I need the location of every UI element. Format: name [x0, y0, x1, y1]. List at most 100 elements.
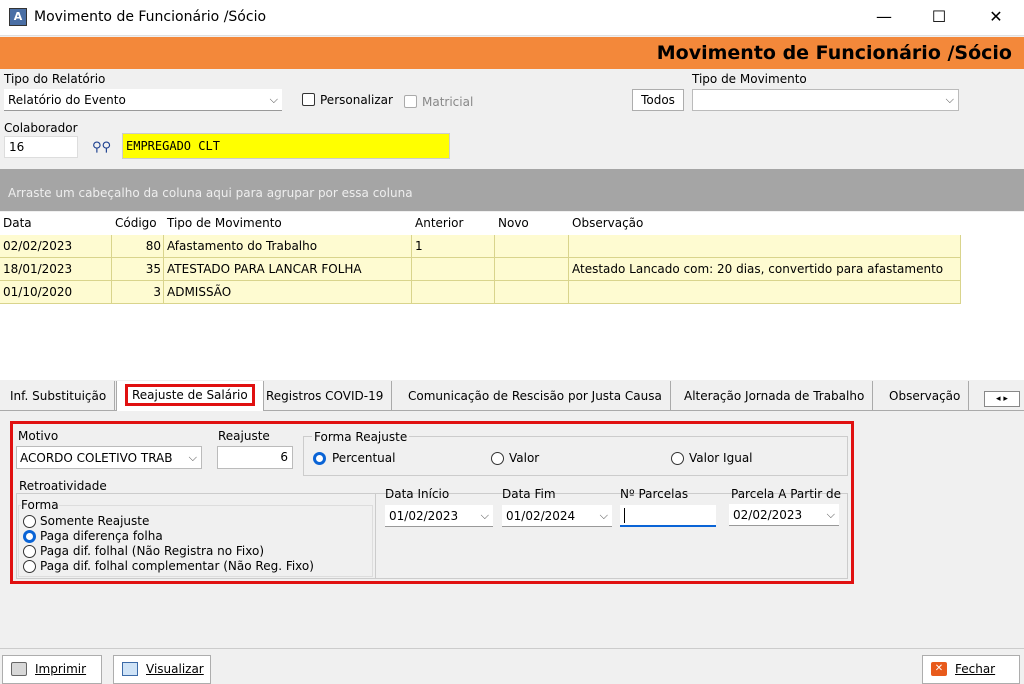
cell-observacao	[569, 281, 961, 304]
cell-anterior	[412, 281, 495, 304]
tipo-movimento-combo[interactable]: ⌵	[692, 89, 959, 111]
tab-reajuste-salario-label: Reajuste de Salário	[125, 384, 255, 406]
col-header-codigo[interactable]: Código	[112, 212, 164, 235]
radio-paga-dif-folhal[interactable]	[23, 545, 36, 558]
minimize-button[interactable]: —	[855, 0, 913, 36]
data-inicio-picker[interactable]: 01/02/2023 ⌵	[385, 505, 493, 527]
cell-anterior: 1	[412, 235, 495, 258]
window-title: Movimento de Funcionário /Sócio	[34, 9, 267, 25]
data-inicio-value: 01/02/2023	[389, 509, 459, 523]
motivo-label: Motivo	[18, 429, 59, 443]
tab-alteracao-jornada[interactable]: Alteração Jornada de Trabalho	[676, 381, 874, 411]
motivo-combo[interactable]: ACORDO COLETIVO TRAB ⌵	[16, 446, 202, 469]
personalizar-label: Personalizar	[320, 93, 393, 107]
radio-paga-dif-complementar-label: Paga dif. folhal complementar (Não Reg. …	[40, 559, 314, 573]
cell-tipo-movimento: ATESTADO PARA LANCAR FOLHA	[164, 258, 412, 281]
table-row[interactable]: 01/10/2020 3 ADMISSÃO	[0, 281, 961, 304]
tipo-relatorio-label: Tipo do Relatório	[4, 72, 106, 86]
footer-bar: Imprimir Visualizar ✕ Fechar	[0, 648, 1024, 684]
radio-paga-dif-complementar[interactable]	[23, 560, 36, 573]
radio-percentual-label: Percentual	[332, 451, 396, 465]
retroatividade-label: Retroatividade	[19, 479, 107, 493]
chevron-down-icon: ⌵	[269, 93, 278, 106]
printer-icon	[11, 662, 27, 676]
retro-divider	[375, 493, 376, 579]
reajuste-label: Reajuste	[218, 429, 270, 443]
parcelas-input[interactable]	[620, 505, 716, 527]
cell-codigo: 3	[112, 281, 164, 304]
colaborador-input[interactable]: 16	[4, 136, 78, 158]
cell-data: 01/10/2020	[0, 281, 112, 304]
parcelas-label: Nº Parcelas	[620, 487, 689, 501]
forma-label: Forma	[21, 498, 59, 512]
close-x-icon: ✕	[931, 662, 947, 676]
todos-button[interactable]: Todos	[632, 89, 684, 111]
tab-strip: Inf. Substituição Reajuste de Salário Re…	[0, 381, 1024, 411]
data-fim-picker[interactable]: 01/02/2024 ⌵	[502, 505, 612, 527]
reajuste-input[interactable]: 6	[217, 446, 293, 469]
tab-comunicacao-rescisao[interactable]: Comunicação de Rescisão por Justa Causa	[400, 381, 671, 411]
data-fim-value: 01/02/2024	[506, 509, 576, 523]
cell-codigo: 80	[112, 235, 164, 258]
binoculars-search-icon[interactable]: ⚲⚲	[92, 140, 111, 155]
fechar-label: Fechar	[955, 662, 996, 676]
tab-scroll-arrows[interactable]: ◂ ▸	[984, 391, 1020, 407]
visualizar-label: Visualizar	[146, 662, 204, 676]
cell-observacao	[569, 235, 961, 258]
chevron-down-icon: ⌵	[945, 93, 954, 106]
motivo-value: ACORDO COLETIVO TRAB	[20, 451, 173, 465]
grid-header-row: Data Código Tipo de Movimento Anterior N…	[0, 212, 961, 235]
title-bar: A Movimento de Funcionário /Sócio — ☐ ✕	[0, 0, 1024, 36]
visualizar-button[interactable]: Visualizar	[113, 655, 211, 684]
cell-novo	[495, 258, 569, 281]
cell-anterior	[412, 258, 495, 281]
col-header-tipo-movimento[interactable]: Tipo de Movimento	[164, 212, 412, 235]
personalizar-checkbox[interactable]	[302, 93, 315, 106]
chevron-down-icon: ⌵	[188, 451, 197, 464]
matricial-label: Matricial	[422, 95, 474, 109]
radio-paga-diferenca-folha-label: Paga diferença folha	[40, 529, 163, 543]
col-header-anterior[interactable]: Anterior	[412, 212, 495, 235]
cell-novo	[495, 281, 569, 304]
colaborador-value: 16	[9, 140, 25, 154]
cell-data: 02/02/2023	[0, 235, 112, 258]
radio-percentual[interactable]	[313, 452, 326, 465]
forma-reajuste-label: Forma Reajuste	[312, 430, 410, 444]
radio-valor-label: Valor	[509, 451, 540, 465]
tab-panel-reajuste: Motivo ACORDO COLETIVO TRAB ⌵ Reajuste 6…	[0, 411, 1024, 647]
header-title: Movimento de Funcionário /Sócio	[656, 42, 1012, 64]
radio-valor[interactable]	[491, 452, 504, 465]
maximize-button[interactable]: ☐	[910, 0, 968, 36]
tab-registros-covid[interactable]: Registros COVID-19	[258, 381, 393, 411]
matricial-checkbox[interactable]	[404, 95, 417, 108]
movement-grid[interactable]: Data Código Tipo de Movimento Anterior N…	[0, 212, 1024, 380]
radio-paga-dif-folhal-label: Paga dif. folhal (Não Registra no Fixo)	[40, 544, 265, 558]
tipo-relatorio-value: Relatório do Evento	[8, 93, 126, 107]
tab-observacao[interactable]: Observação	[881, 381, 970, 411]
table-row[interactable]: 18/01/2023 35 ATESTADO PARA LANCAR FOLHA…	[0, 258, 961, 281]
radio-somente-reajuste-label: Somente Reajuste	[40, 514, 150, 528]
col-header-observacao[interactable]: Observação	[569, 212, 961, 235]
imprimir-label: Imprimir	[35, 662, 87, 676]
radio-somente-reajuste[interactable]	[23, 515, 36, 528]
app-icon: A	[9, 8, 27, 26]
fechar-button[interactable]: ✕ Fechar	[922, 655, 1020, 684]
col-header-data[interactable]: Data	[0, 212, 112, 235]
tab-inf-substituicao[interactable]: Inf. Substituição	[2, 381, 116, 411]
tipo-relatorio-combo[interactable]: Relatório do Evento ⌵	[4, 89, 282, 111]
chevron-down-icon: ⌵	[480, 509, 489, 522]
close-button[interactable]: ✕	[967, 0, 1024, 36]
imprimir-button[interactable]: Imprimir	[2, 655, 102, 684]
table-row[interactable]: 02/02/2023 80 Afastamento do Trabalho 1	[0, 235, 961, 258]
col-header-novo[interactable]: Novo	[495, 212, 569, 235]
radio-valor-igual[interactable]	[671, 452, 684, 465]
radio-paga-diferenca-folha[interactable]	[23, 530, 36, 543]
cell-codigo: 35	[112, 258, 164, 281]
tipo-movimento-label: Tipo de Movimento	[692, 72, 807, 86]
header-band: Movimento de Funcionário /Sócio	[0, 37, 1024, 69]
group-by-panel[interactable]: Arraste um cabeçalho da coluna aqui para…	[0, 169, 1024, 211]
data-fim-label: Data Fim	[502, 487, 556, 501]
cell-data: 18/01/2023	[0, 258, 112, 281]
tab-reajuste-salario[interactable]: Reajuste de Salário	[116, 381, 264, 411]
parcela-partir-picker[interactable]: 02/02/2023 ⌵	[729, 504, 839, 526]
